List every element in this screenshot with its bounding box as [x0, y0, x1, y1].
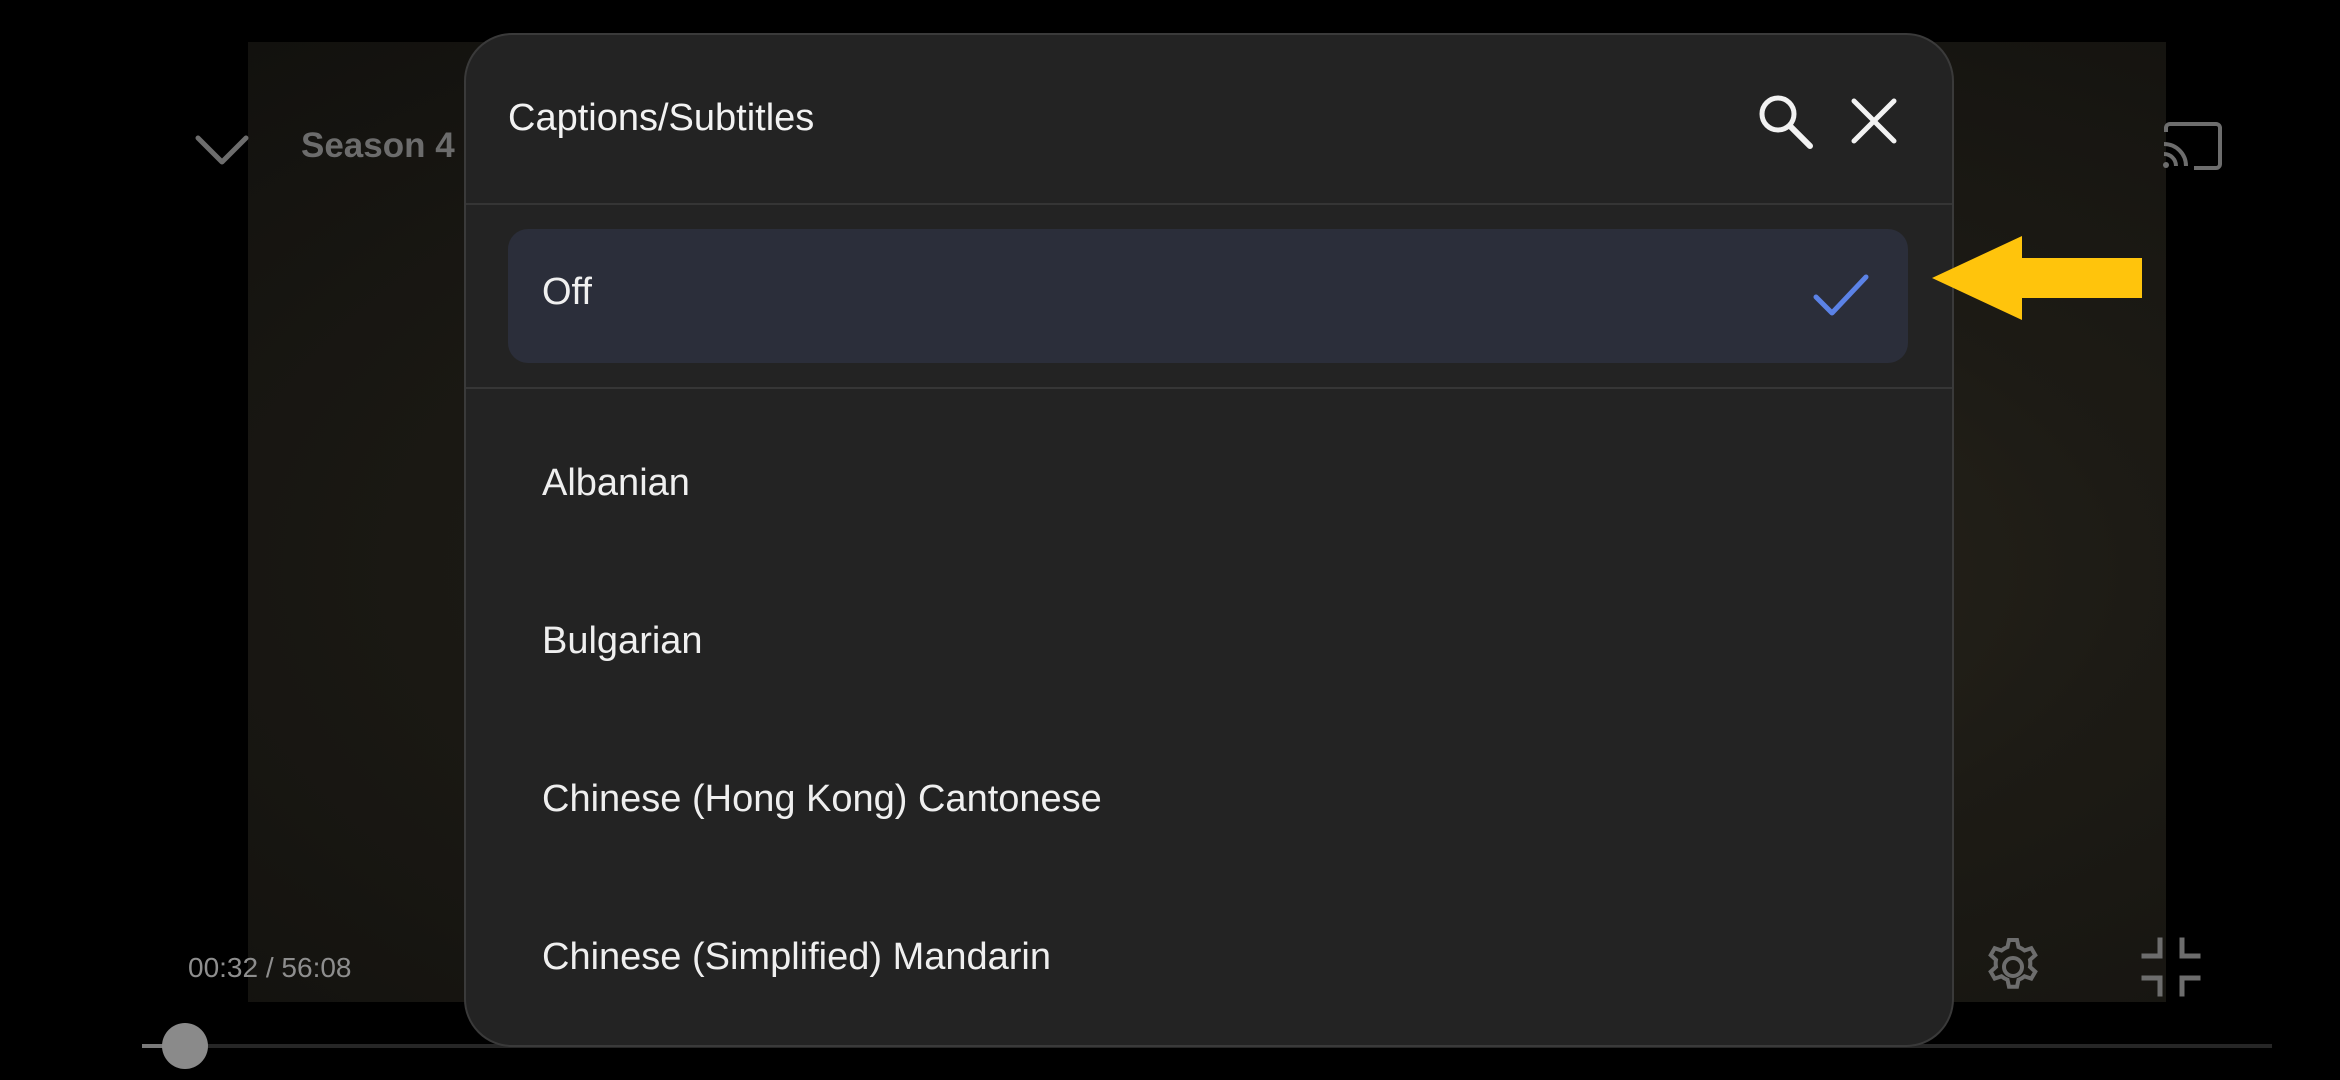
option-off-selected[interactable]: Off: [508, 229, 1908, 363]
option-label: Off: [542, 271, 592, 313]
dialog-header: Captions/Subtitles: [466, 35, 1952, 205]
captions-dialog: Captions/Subtitles Off Albanian Bulgaria…: [464, 33, 1954, 1047]
checkmark-icon: [1813, 274, 1869, 316]
close-icon: [1851, 98, 1897, 144]
dialog-title: Captions/Subtitles: [508, 97, 815, 139]
exit-fullscreen-icon: [2141, 937, 2201, 997]
cast-icon: [2163, 122, 2222, 170]
settings-button[interactable]: [1982, 936, 2044, 998]
total-time: 56:08: [281, 952, 352, 983]
exit-fullscreen-button[interactable]: [2140, 936, 2202, 998]
cast-button[interactable]: [2160, 122, 2224, 172]
option-bulgarian[interactable]: Bulgarian: [542, 620, 703, 663]
close-button[interactable]: [1846, 93, 1902, 149]
collapse-player-button[interactable]: [192, 128, 252, 172]
search-icon: [1759, 95, 1813, 149]
option-chinese-simplified-mandarin[interactable]: Chinese (Simplified) Mandarin: [542, 936, 1051, 979]
chevron-down-icon: [195, 135, 249, 165]
search-button[interactable]: [1754, 90, 1816, 152]
current-time: 00:32: [188, 952, 259, 983]
option-chinese-hong-kong-cantonese[interactable]: Chinese (Hong Kong) Cantonese: [542, 778, 1102, 821]
playback-time: 00:32 / 56:08: [188, 952, 352, 984]
episode-title: Season 4: [301, 126, 455, 165]
gear-icon: [1988, 938, 2038, 989]
option-albanian[interactable]: Albanian: [542, 462, 690, 505]
seek-bar-thumb[interactable]: [162, 1023, 208, 1069]
arrow-left-icon: [1932, 236, 2142, 320]
divider: [466, 387, 1952, 389]
time-separator: /: [258, 952, 282, 983]
